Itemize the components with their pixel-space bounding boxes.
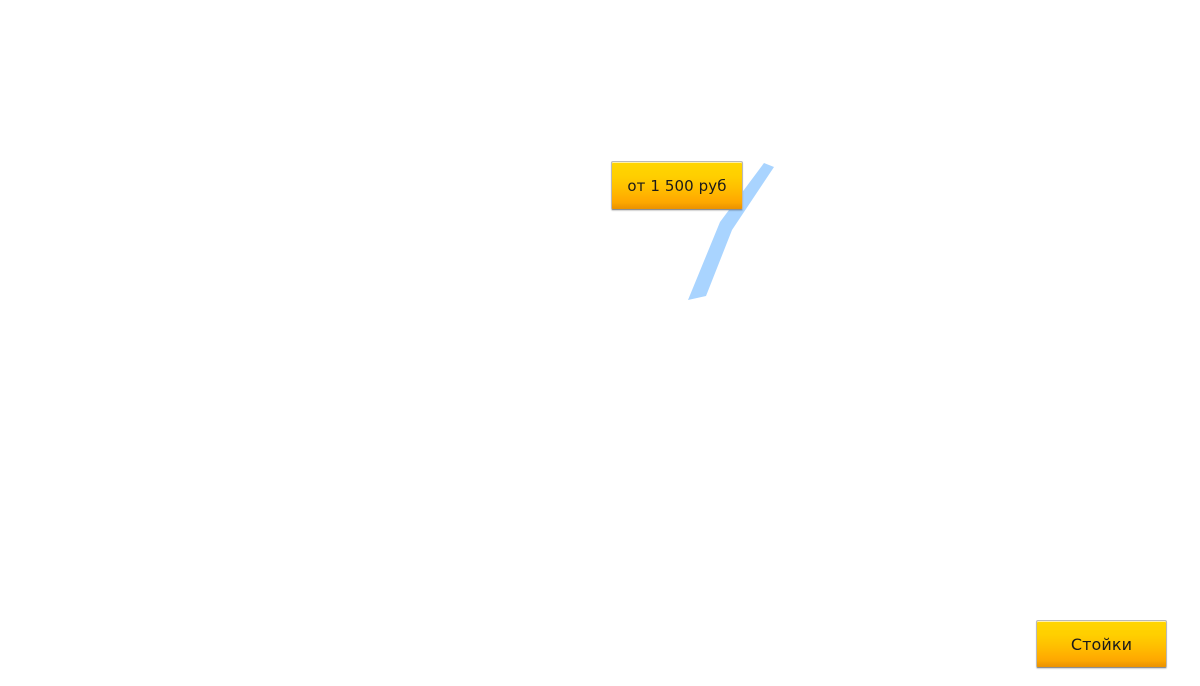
stands-button-label: Стойки [1070, 634, 1133, 654]
price-button[interactable]: от 1 500 руб [611, 161, 743, 210]
stands-category-button[interactable]: Стойки [1036, 620, 1167, 668]
price-button-label: от 1 500 руб [627, 176, 727, 195]
page-canvas: от 1 500 руб Стойки [0, 0, 1200, 686]
